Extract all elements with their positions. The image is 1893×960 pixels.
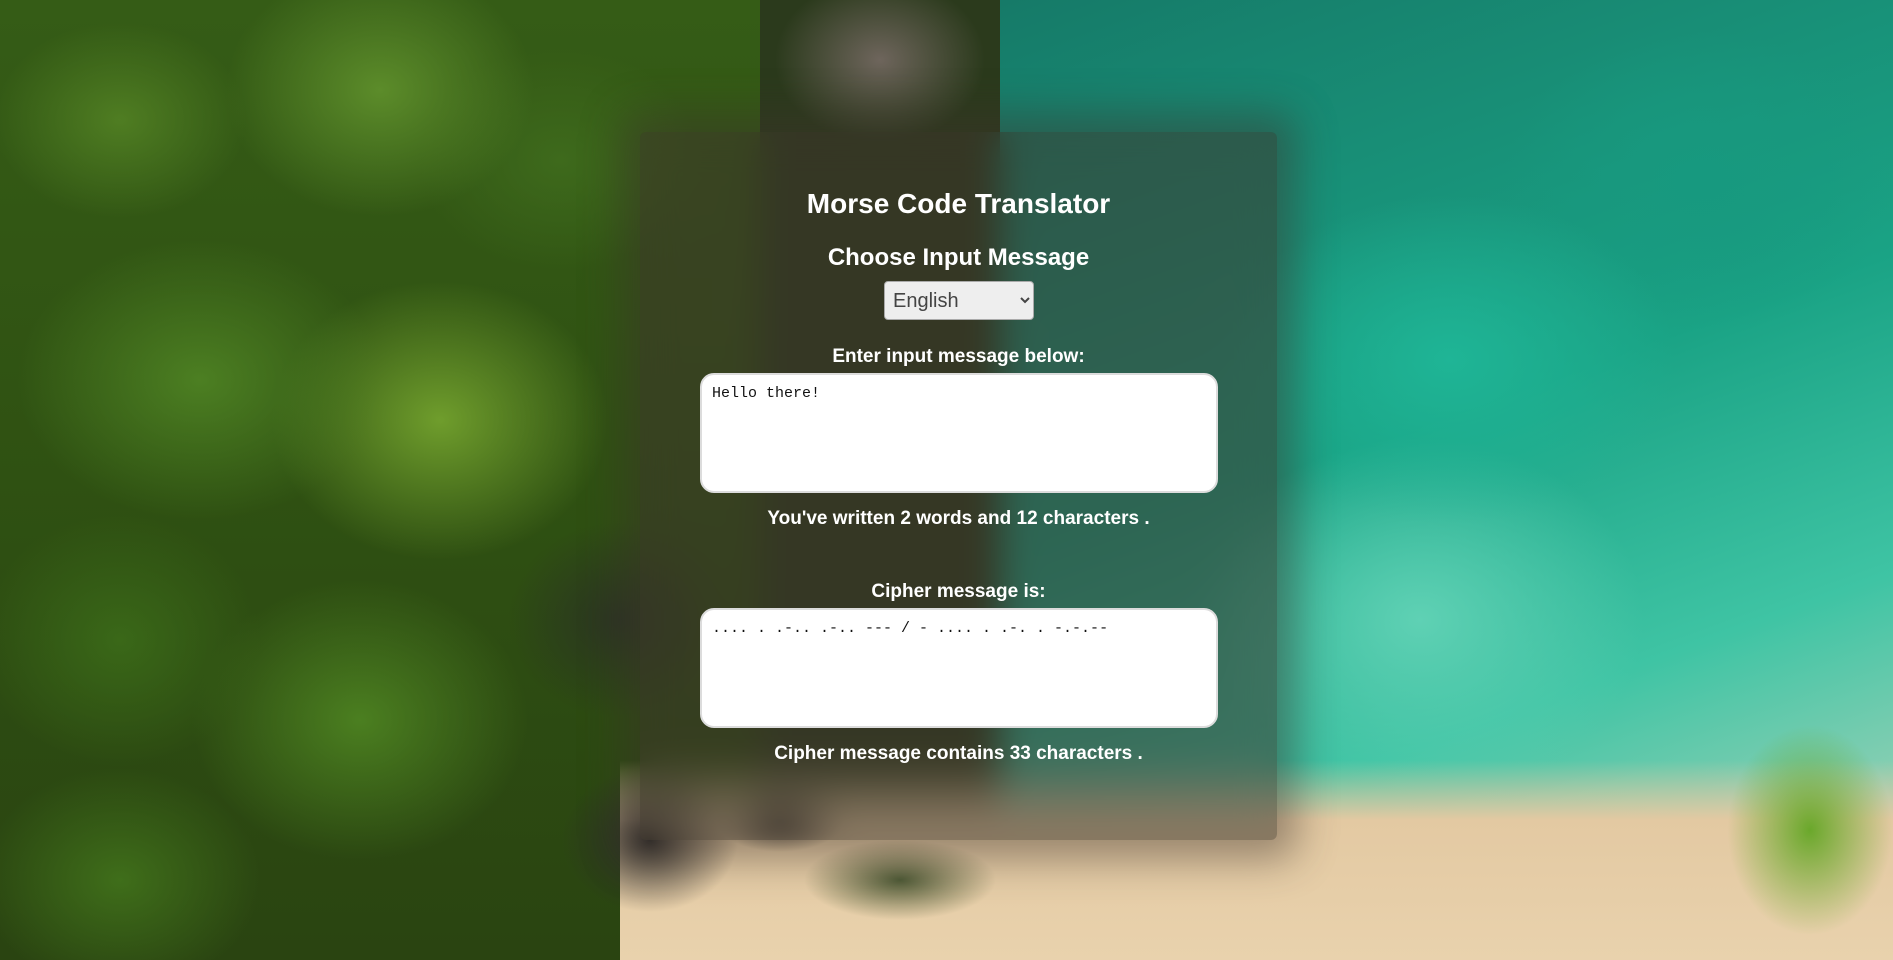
cipher-count-prefix: Cipher message contains	[774, 743, 1005, 764]
foreground-leaf	[1680, 680, 1893, 960]
words-label: words and	[916, 508, 1012, 529]
input-count-text: You've written 2 words and 12 characters…	[640, 508, 1277, 530]
cipher-char-count: 33	[1009, 743, 1031, 764]
cipher-count-text: Cipher message contains 33 characters .	[640, 743, 1277, 765]
input-chars-label: characters .	[1042, 508, 1150, 529]
cipher-message-field[interactable]: .... . .-.. .-.. --- / - .... . .-. . -.…	[700, 608, 1218, 728]
page-title: Morse Code Translator	[806, 188, 1111, 219]
input-char-count: 12	[1016, 508, 1038, 529]
input-message-label: Enter input message below:	[832, 346, 1085, 367]
cipher-message-label: Cipher message is:	[871, 581, 1046, 602]
input-language-heading: Choose Input Message	[827, 244, 1090, 271]
cipher-chars-label: characters .	[1036, 743, 1143, 764]
language-select[interactable]: English	[884, 281, 1034, 320]
word-count: 2	[900, 508, 911, 529]
input-message-field[interactable]: Hello there!	[700, 373, 1218, 493]
input-count-prefix: You've written	[767, 508, 896, 529]
